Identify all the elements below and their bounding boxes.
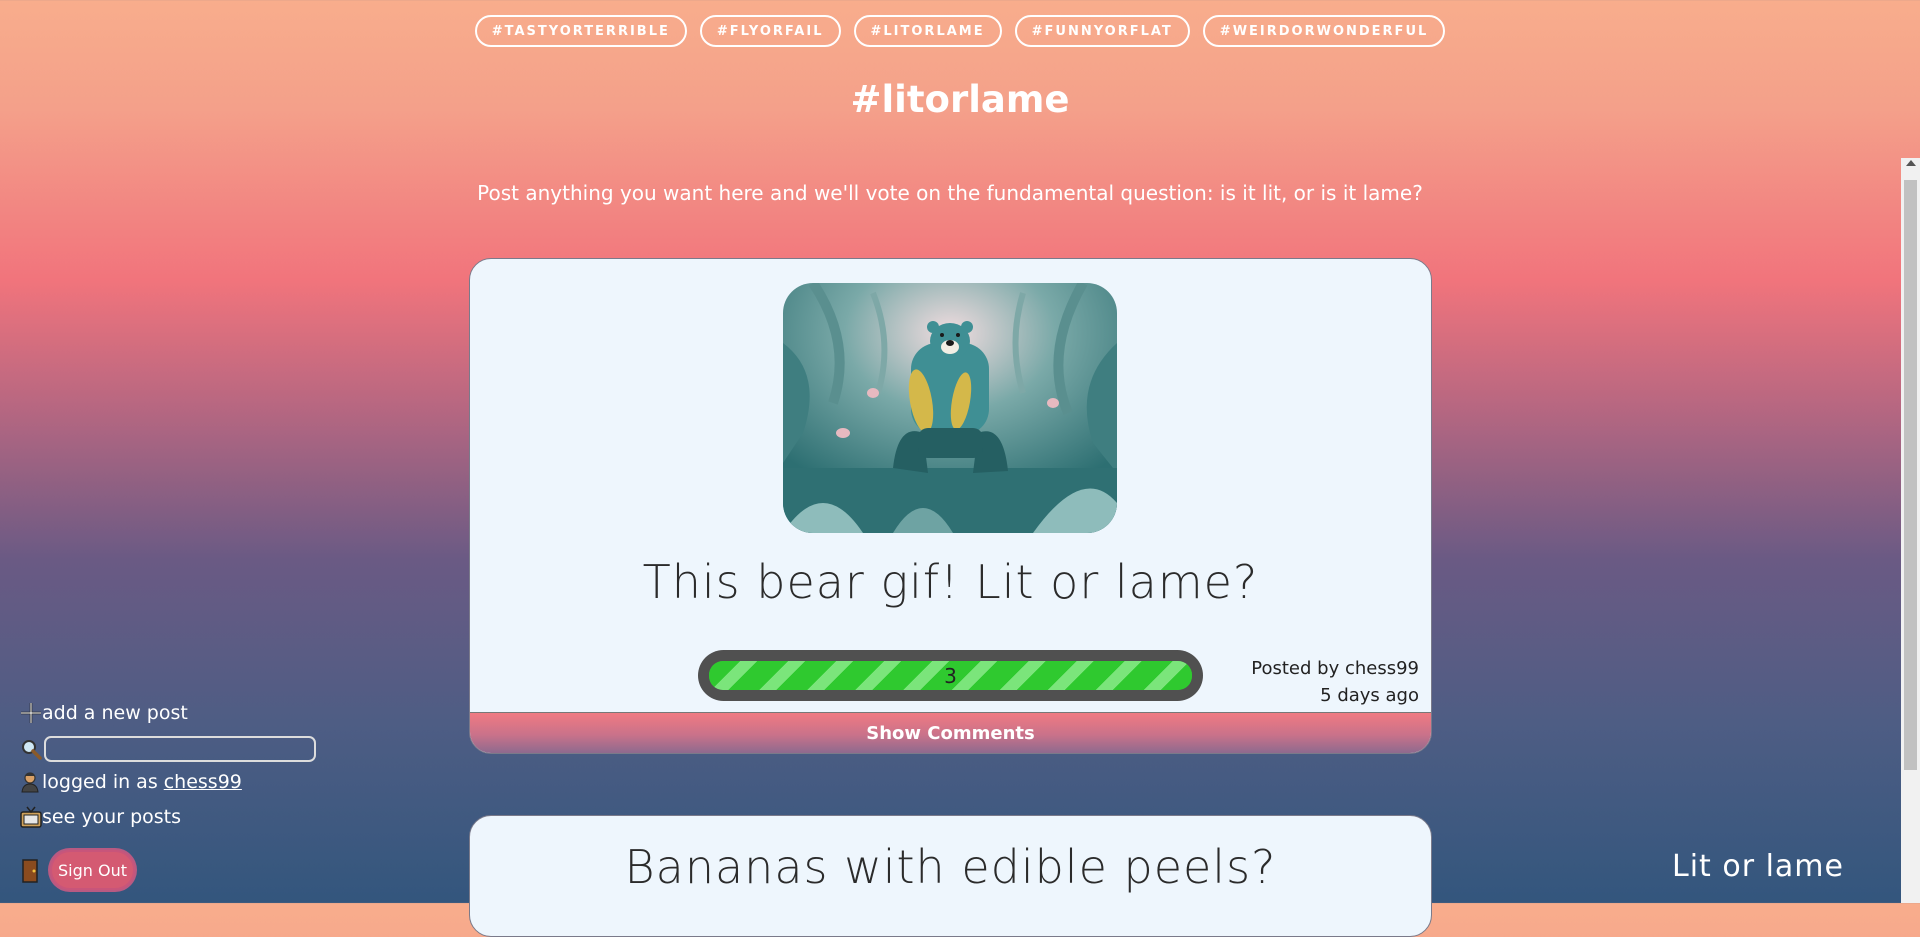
see-posts-label: see your posts bbox=[42, 806, 182, 828]
search-icon bbox=[20, 738, 42, 760]
sign-out-row: Sign Out bbox=[20, 850, 135, 890]
hashtag-nav: #TASTYORTERRIBLE #FLYORFAIL #LITORLAME #… bbox=[0, 15, 1920, 47]
add-post-label: add a new post bbox=[42, 702, 188, 724]
vote-progress-bar[interactable]: 3 bbox=[698, 650, 1203, 701]
show-comments-button[interactable]: Show Comments bbox=[470, 712, 1431, 753]
username-link[interactable]: chess99 bbox=[164, 771, 242, 793]
search-row bbox=[20, 736, 316, 762]
tag-flyorfail[interactable]: #FLYORFAIL bbox=[699, 15, 841, 47]
post-card: This bear gif! Lit or lame? 3 Posted by … bbox=[469, 258, 1432, 754]
scrollbar[interactable] bbox=[1901, 158, 1920, 903]
page-title: #litorlame bbox=[850, 78, 1070, 121]
post-title: This bear gif! Lit or lame? bbox=[642, 555, 1259, 609]
scroll-thumb[interactable] bbox=[1904, 180, 1917, 770]
logged-in-row: logged in as chess99 bbox=[20, 771, 242, 793]
brand-logo: Lit or lame bbox=[1672, 849, 1844, 884]
door-icon bbox=[20, 859, 42, 883]
plus-icon bbox=[20, 702, 42, 724]
user-icon bbox=[20, 771, 42, 793]
tag-weirdorwonderful[interactable]: #WEIRDORWONDERFUL bbox=[1202, 15, 1446, 47]
sign-out-button[interactable]: Sign Out bbox=[50, 850, 135, 890]
tag-tastyorterrible[interactable]: #TASTYORTERRIBLE bbox=[474, 15, 687, 47]
bear-gif-image bbox=[783, 283, 1117, 533]
vote-track: 3 bbox=[709, 661, 1192, 690]
search-input[interactable] bbox=[44, 736, 316, 762]
vote-count: 3 bbox=[944, 663, 957, 688]
add-post-link[interactable]: add a new post bbox=[20, 702, 188, 724]
scroll-up-arrow-icon[interactable] bbox=[1906, 160, 1916, 166]
posted-by: Posted by chess99 bbox=[1251, 658, 1419, 679]
post-card: Bananas with edible peels? bbox=[469, 815, 1432, 937]
tv-icon bbox=[20, 806, 42, 828]
see-posts-link[interactable]: see your posts bbox=[20, 806, 181, 828]
page-subtitle: Post anything you want here and we'll vo… bbox=[477, 181, 1423, 205]
tag-funnyorflat[interactable]: #FUNNYORFLAT bbox=[1014, 15, 1190, 47]
posted-ago: 5 days ago bbox=[1320, 685, 1419, 706]
logged-in-label: logged in as bbox=[42, 771, 158, 793]
post-title: Bananas with edible peels? bbox=[624, 840, 1277, 894]
post-meta: Posted by chess99 5 days ago bbox=[1251, 655, 1419, 709]
tag-litorlame[interactable]: #LITORLAME bbox=[853, 15, 1002, 47]
